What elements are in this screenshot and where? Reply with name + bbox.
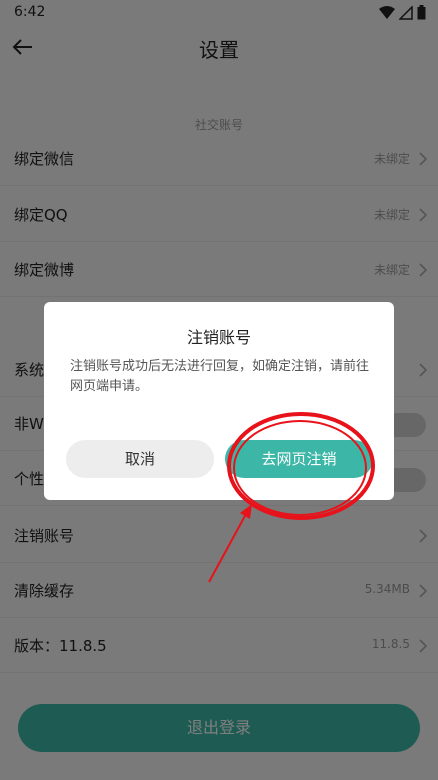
dialog-message: 注销账号成功后无法进行回复，如确定注销，请前往网页端申请。: [70, 359, 370, 394]
cancel-account-dialog: 注销账号 注销账号成功后无法进行回复，如确定注销，请前往网页端申请。 取消 去网…: [44, 302, 394, 500]
cancel-button[interactable]: 取消: [66, 440, 214, 478]
go-to-web-cancel-button[interactable]: 去网页注销: [225, 440, 373, 478]
dialog-title: 注销账号: [186, 328, 251, 347]
